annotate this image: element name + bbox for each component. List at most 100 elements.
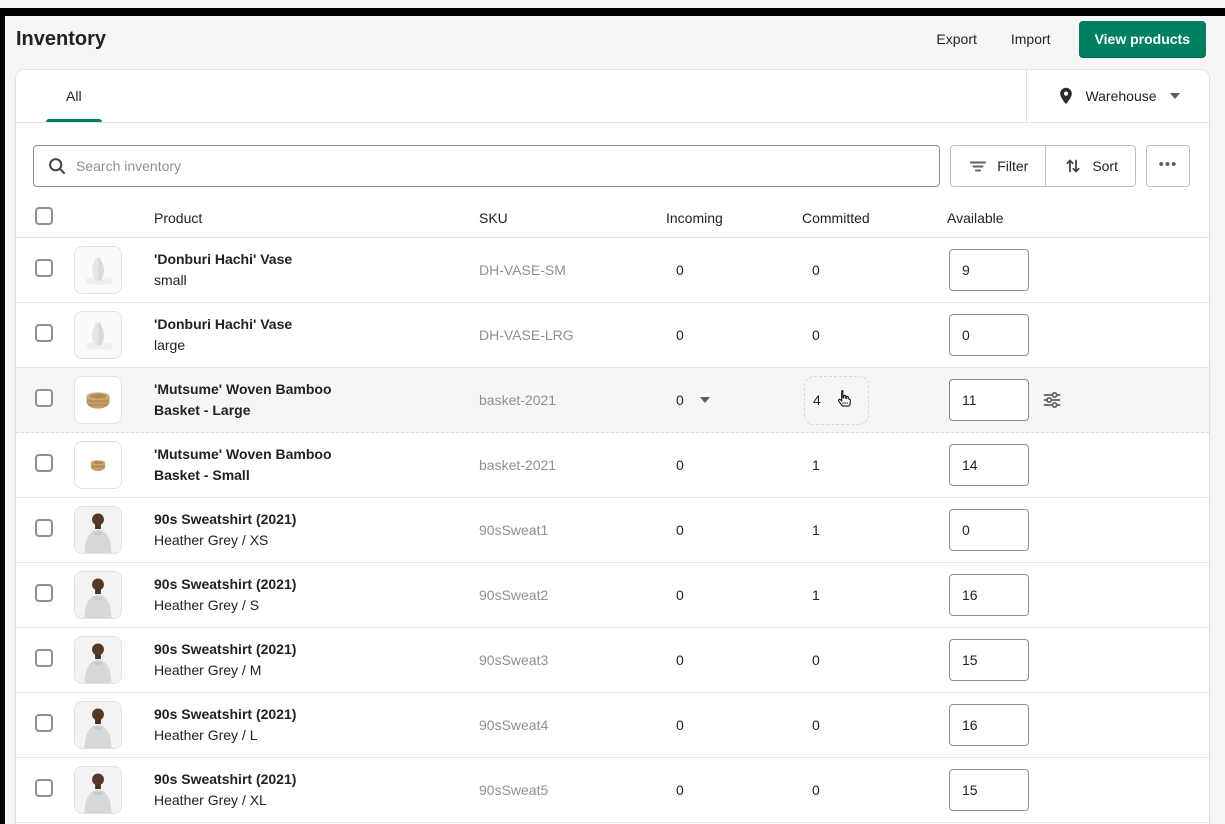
location-picker-label: Warehouse xyxy=(1085,88,1157,104)
product-sku: DH-VASE-LRG xyxy=(479,327,574,343)
committed-cell: 0 xyxy=(802,652,820,668)
product-title[interactable]: 'Mutsume' Woven Bamboo Basket - Small xyxy=(154,444,369,486)
product-sku: basket-2021 xyxy=(479,457,557,473)
sort-button-label: Sort xyxy=(1092,158,1118,174)
row-checkbox[interactable] xyxy=(35,713,53,732)
product-title[interactable]: 'Donburi Hachi' Vase xyxy=(154,249,292,270)
available-input[interactable] xyxy=(949,639,1029,681)
product-sku: 90sSweat2 xyxy=(479,587,549,603)
available-input[interactable] xyxy=(949,379,1029,421)
available-input[interactable] xyxy=(949,574,1029,616)
incoming-caret-icon[interactable] xyxy=(699,397,710,403)
product-thumbnail xyxy=(74,376,122,424)
product-sku: 90sSweat5 xyxy=(479,782,549,798)
incoming-value: 0 xyxy=(676,262,684,278)
available-input[interactable] xyxy=(949,769,1029,811)
row-checkbox[interactable] xyxy=(35,258,53,277)
committed-value: 4 xyxy=(813,392,821,408)
page-header: Inventory Export Import View products xyxy=(0,8,1225,70)
row-checkbox[interactable] xyxy=(35,453,53,472)
committed-cell: 1 xyxy=(802,587,820,603)
committed-value: 1 xyxy=(812,457,820,473)
product-variant: Heather Grey / XS xyxy=(154,532,269,548)
row-checkbox[interactable] xyxy=(35,583,53,602)
page-title: Inventory xyxy=(16,27,107,50)
incoming-value: 0 xyxy=(676,392,684,408)
product-variant: Heather Grey / XL xyxy=(154,792,267,808)
tab-list: All xyxy=(16,70,1026,122)
sort-button[interactable]: Sort xyxy=(1045,145,1136,187)
search-box[interactable] xyxy=(33,145,941,187)
committed-cell: 0 xyxy=(802,717,820,733)
incoming-value: 0 xyxy=(676,652,684,668)
table-body: 'Donburi Hachi' Vase small DH-VASE-SM 0 … xyxy=(16,238,1209,823)
incoming-value: 0 xyxy=(676,522,684,538)
tab-all[interactable]: All xyxy=(46,70,102,122)
search-input[interactable] xyxy=(76,158,927,174)
row-checkbox[interactable] xyxy=(35,648,53,667)
product-thumbnail xyxy=(74,246,122,294)
row-checkbox[interactable] xyxy=(35,323,53,342)
table-row: 90s Sweatshirt (2021) Heather Grey / XS … xyxy=(16,498,1209,563)
table-header-row: Product SKU Incoming Committed Available xyxy=(16,198,1209,238)
table-row: 'Mutsume' Woven Bamboo Basket - Large ba… xyxy=(16,368,1209,433)
tab-all-label: All xyxy=(66,88,82,104)
product-title[interactable]: 90s Sweatshirt (2021) xyxy=(154,769,296,790)
available-input[interactable] xyxy=(949,314,1029,356)
row-checkbox[interactable] xyxy=(35,778,53,797)
view-products-button[interactable]: View products xyxy=(1078,20,1206,58)
product-title[interactable]: 90s Sweatshirt (2021) xyxy=(154,639,296,660)
filter-button[interactable]: Filter xyxy=(950,145,1047,187)
available-input[interactable] xyxy=(949,444,1029,486)
more-actions-button[interactable]: ••• xyxy=(1146,145,1190,187)
filter-icon xyxy=(968,156,988,176)
product-sku: 90sSweat1 xyxy=(479,522,549,538)
available-input[interactable] xyxy=(949,509,1029,551)
tab-strip: All Warehouse xyxy=(16,70,1209,123)
committed-cell[interactable]: 4 xyxy=(804,375,869,425)
table-row: 'Donburi Hachi' Vase large DH-VASE-LRG 0… xyxy=(16,303,1209,368)
product-thumbnail xyxy=(74,636,122,684)
committed-value: 0 xyxy=(812,262,820,278)
select-all-checkbox[interactable] xyxy=(35,207,53,225)
incoming-value: 0 xyxy=(676,717,684,733)
committed-value: 1 xyxy=(812,522,820,538)
committed-cell: 0 xyxy=(802,262,820,278)
active-tab-underline xyxy=(46,119,102,122)
sort-icon xyxy=(1063,156,1083,176)
export-button[interactable]: Export xyxy=(934,25,978,53)
committed-value: 0 xyxy=(812,327,820,343)
location-pin-icon xyxy=(1056,86,1076,106)
product-title[interactable]: 90s Sweatshirt (2021) xyxy=(154,704,296,725)
product-thumbnail xyxy=(74,701,122,749)
product-title[interactable]: 90s Sweatshirt (2021) xyxy=(154,509,296,530)
product-variant: Heather Grey / L xyxy=(154,727,258,743)
incoming-value: 0 xyxy=(676,587,684,603)
available-input[interactable] xyxy=(949,704,1029,746)
import-button[interactable]: Import xyxy=(1009,25,1053,53)
location-picker[interactable]: Warehouse xyxy=(1026,70,1209,122)
committed-cell: 0 xyxy=(802,782,820,798)
committed-cell: 1 xyxy=(802,457,820,473)
chevron-down-icon xyxy=(1169,93,1180,99)
toolbar: Filter Sort ••• xyxy=(33,145,1190,187)
product-thumbnail xyxy=(74,571,122,619)
row-checkbox[interactable] xyxy=(35,518,53,537)
table-row: 90s Sweatshirt (2021) Heather Grey / L 9… xyxy=(16,693,1209,758)
product-sku: 90sSweat4 xyxy=(479,717,549,733)
window-edge-top xyxy=(0,8,1225,16)
hand-cursor-icon xyxy=(833,387,856,414)
row-checkbox[interactable] xyxy=(35,388,53,407)
incoming-value: 0 xyxy=(676,327,684,343)
table-row: 'Donburi Hachi' Vase small DH-VASE-SM 0 … xyxy=(16,238,1209,303)
product-variant: large xyxy=(154,337,186,353)
available-input[interactable] xyxy=(949,249,1029,291)
product-title[interactable]: 90s Sweatshirt (2021) xyxy=(154,574,296,595)
header-actions: Export Import View products xyxy=(934,20,1206,58)
committed-value: 0 xyxy=(812,652,820,668)
product-title[interactable]: 'Donburi Hachi' Vase xyxy=(154,314,292,335)
column-header-sku: SKU xyxy=(479,209,508,226)
adjust-quantity-icon[interactable] xyxy=(1040,388,1064,412)
product-title[interactable]: 'Mutsume' Woven Bamboo Basket - Large xyxy=(154,379,369,421)
table-row: 90s Sweatshirt (2021) Heather Grey / M 9… xyxy=(16,628,1209,693)
